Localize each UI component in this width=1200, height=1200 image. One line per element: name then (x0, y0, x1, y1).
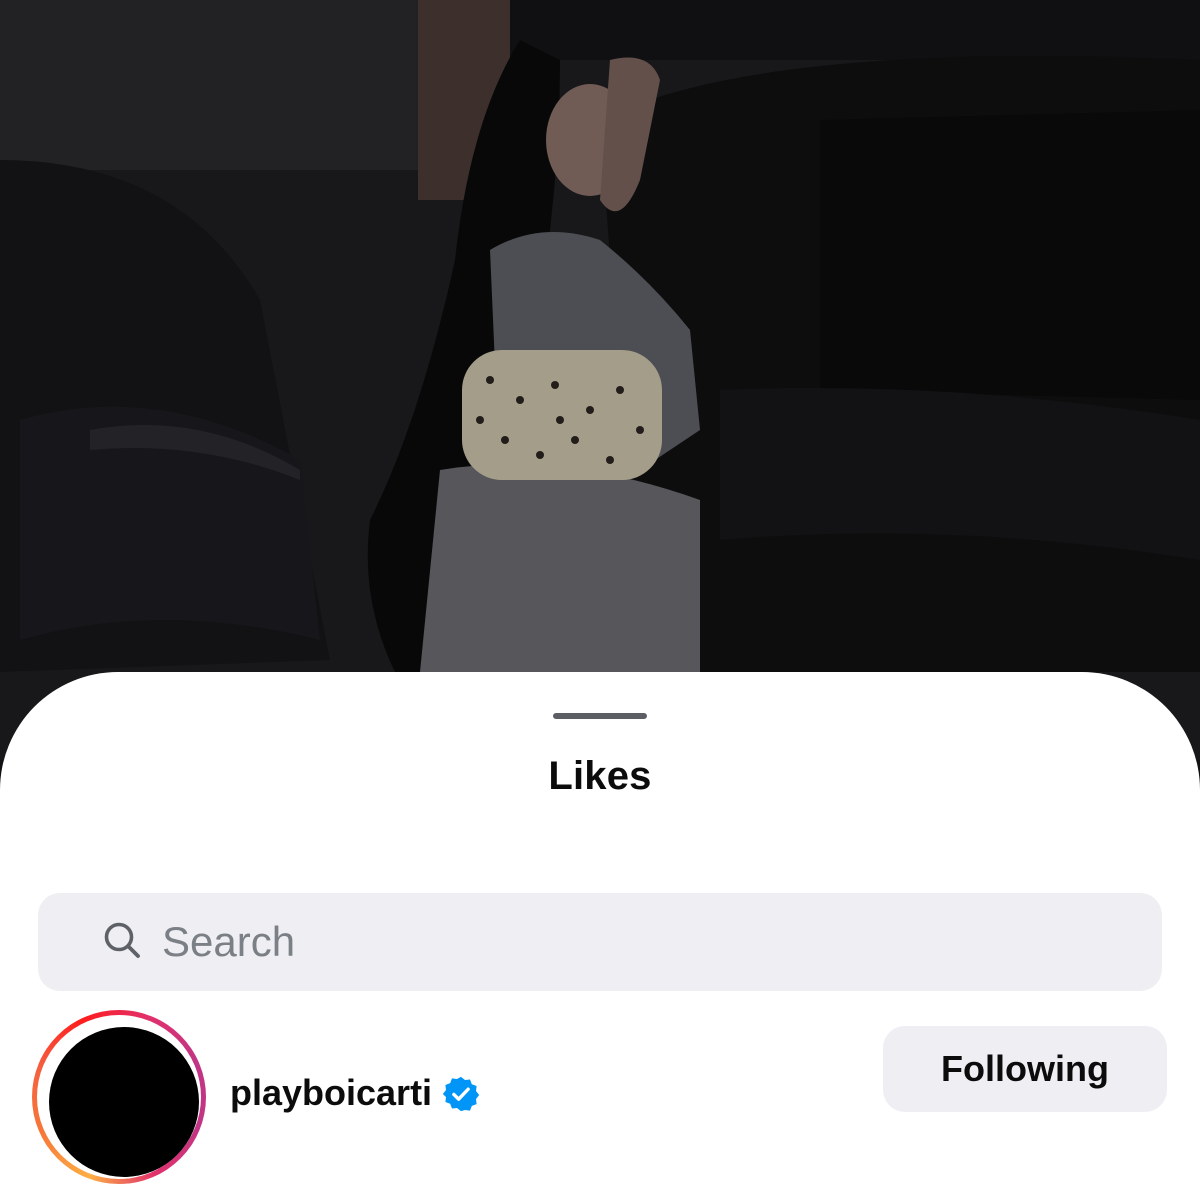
avatar[interactable] (49, 1027, 199, 1177)
following-button[interactable]: Following (883, 1026, 1167, 1112)
post-photo (0, 0, 1200, 760)
sheet-grabber-handle[interactable] (553, 713, 647, 719)
post-photo-image (0, 0, 1200, 760)
username-container[interactable]: playboicarti (230, 1068, 480, 1118)
sheet-title: Likes (548, 754, 652, 798)
search-icon (104, 922, 140, 958)
likes-screen: Likes playboicarti Following (0, 0, 1200, 1200)
search-bar[interactable] (38, 893, 1162, 991)
username[interactable]: playboicarti (230, 1072, 432, 1114)
search-input[interactable] (162, 913, 1122, 971)
list-item-liker[interactable]: playboicarti Following (0, 1008, 1200, 1188)
story-ring[interactable] (32, 1010, 206, 1184)
likes-sheet: Likes playboicarti Following (0, 672, 1200, 1200)
verified-badge-icon (442, 1076, 480, 1112)
